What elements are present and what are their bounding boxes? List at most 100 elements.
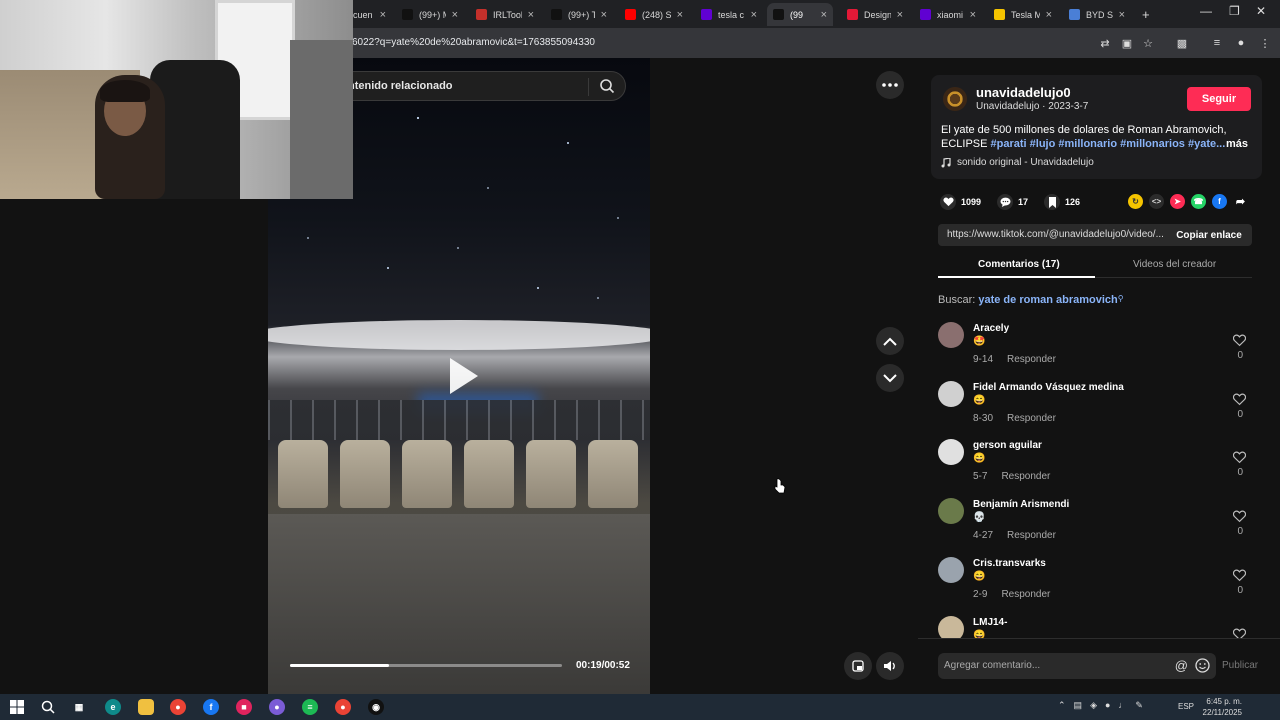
whatsapp-icon[interactable]: ☎ [1191,194,1206,209]
browser-tab[interactable]: (99+) M × [396,3,464,26]
comment-avatar[interactable] [938,322,964,348]
comment-author[interactable]: Fidel Armando Vásquez medina [973,382,1124,393]
menu-dots-icon[interactable]: ⋮ [1257,35,1273,51]
app-icon-purple[interactable]: ● [269,699,285,715]
reply-button[interactable]: Responder [1007,413,1056,424]
close-window-button[interactable]: ✕ [1256,4,1266,18]
restore-button[interactable]: ❐ [1229,4,1240,18]
browser-tab[interactable]: Design × [841,3,909,26]
new-tab-button[interactable]: + [1136,3,1156,26]
tab-close-icon[interactable]: × [970,9,976,21]
comment-like-icon[interactable] [1233,334,1246,347]
share-link-text[interactable]: https://www.tiktok.com/@unavidadelujo0/v… [947,229,1163,240]
sound-link[interactable]: sonido original - Unavidadelujo [941,157,1094,168]
browser-tab[interactable]: Tesla M × [988,3,1058,26]
play-icon[interactable] [440,354,484,398]
pen-icon[interactable]: ✎ [1135,700,1143,711]
follow-button[interactable]: Seguir [1187,87,1251,111]
obs-icon[interactable]: ◉ [368,699,384,715]
comment-like-icon[interactable] [1233,628,1246,639]
tab-close-icon[interactable]: × [452,9,458,21]
chrome-icon[interactable]: ● [170,699,186,715]
file-explorer-icon[interactable] [138,699,154,715]
media-controls-icon[interactable]: ≡ [1209,35,1225,51]
tab-close-icon[interactable]: × [751,9,757,21]
translate-icon[interactable]: ⇄ [1097,35,1113,51]
profile-icon[interactable]: ● [1233,35,1249,51]
bookmark-star-icon[interactable]: ☆ [1140,35,1156,51]
reply-button[interactable]: Responder [1007,530,1056,541]
taskbar-clock[interactable]: 6:45 p. m. 22/11/2025 [1200,696,1242,718]
search-input[interactable]: ntenido relacionado [330,71,626,101]
reply-button[interactable]: Responder [1001,471,1050,482]
tab-creator-videos[interactable]: Videos del creador [1133,259,1216,270]
embed-icon[interactable]: <> [1149,194,1164,209]
chrome-profile-icon[interactable]: ● [335,699,351,715]
emoji-icon[interactable] [1195,658,1210,673]
next-video-button[interactable] [876,364,904,392]
browser-tab[interactable]: BYD Se × [1063,3,1131,26]
mic-icon[interactable]: ● [1105,700,1110,711]
send-friends-icon[interactable]: ➤ [1170,194,1185,209]
minimize-button[interactable]: — [1200,4,1212,18]
more-options-button[interactable] [876,71,904,99]
save-button[interactable]: 126 [1044,194,1080,210]
like-button[interactable]: 1099 [940,194,981,210]
comment-author[interactable]: gerson aguilar [973,440,1042,451]
copy-link-button[interactable]: Copiar enlace [1166,224,1252,246]
tab-close-icon[interactable]: × [821,9,827,21]
comment-avatar[interactable] [938,556,964,583]
browser-tab[interactable]: tesla c × [695,3,763,26]
edge-icon[interactable]: e [105,699,121,715]
facebook-icon[interactable]: f [1212,194,1227,209]
previous-video-button[interactable] [876,327,904,355]
comment-input[interactable]: Agregar comentario... @ [938,653,1216,679]
speaker-icon[interactable]: ♩ [1118,700,1127,711]
comment-avatar[interactable] [938,498,964,525]
share-arrow-icon[interactable]: ➦ [1233,194,1248,209]
tab-close-icon[interactable]: × [380,9,386,21]
taskbar-search-icon[interactable] [40,699,56,715]
tab-close-icon[interactable]: × [601,9,607,21]
browser-tab[interactable]: (99+) T × [545,3,613,26]
creator-avatar[interactable] [943,87,967,111]
comment-button[interactable]: 17 [997,194,1028,210]
comment-author[interactable]: Aracely [973,323,1009,334]
windows-start-icon[interactable] [9,699,25,715]
task-view-icon[interactable]: ▦ [71,699,87,715]
network-icon[interactable]: ▤ [1074,700,1083,711]
tab-close-icon[interactable]: × [677,9,683,21]
comment-avatar[interactable] [938,439,964,466]
repost-icon[interactable]: ↻ [1128,194,1143,209]
comment-author[interactable]: Cris.transvarks [973,558,1046,569]
comment-avatar[interactable] [938,615,964,638]
volume-button[interactable] [876,652,904,680]
language-indicator[interactable]: ESP [1178,702,1194,711]
description-hashtags[interactable]: #parati #lujo #millonario #millonarios #… [991,138,1226,150]
app-icon-red[interactable]: ■ [236,699,252,715]
extensions-icon[interactable]: ▩ [1174,35,1190,51]
mention-icon[interactable]: @ [1175,658,1188,673]
browser-tab[interactable]: (99 × [767,3,833,26]
cast-icon[interactable]: ▣ [1119,35,1135,51]
chevron-up-tray-icon[interactable]: ⌃ [1058,700,1066,711]
tab-comments[interactable]: Comentarios (17) [978,259,1060,270]
progress-bar[interactable] [290,664,562,667]
creator-username[interactable]: unavidadelujo0 [976,85,1071,100]
reply-button[interactable]: Responder [1001,589,1050,600]
tab-close-icon[interactable]: × [528,9,534,21]
tab-close-icon[interactable]: × [897,9,903,21]
security-icon[interactable]: ◈ [1090,700,1097,711]
tab-close-icon[interactable]: × [1119,9,1125,21]
browser-tab[interactable]: (248) S × [619,3,689,26]
more-link[interactable]: más [1226,137,1248,151]
comment-like-icon[interactable] [1233,569,1246,582]
publish-button[interactable]: Publicar [1222,660,1258,671]
search-suggestion[interactable]: Buscar: yate de roman abramovich⚲ [938,294,1124,306]
comment-author[interactable]: Benjamín Arismendi [973,499,1069,510]
comment-like-icon[interactable] [1233,510,1246,523]
browser-tab[interactable]: xiaomi × [914,3,982,26]
comment-like-icon[interactable] [1233,393,1246,406]
search-icon[interactable] [599,78,615,94]
spotify-icon[interactable]: ≡ [302,699,318,715]
